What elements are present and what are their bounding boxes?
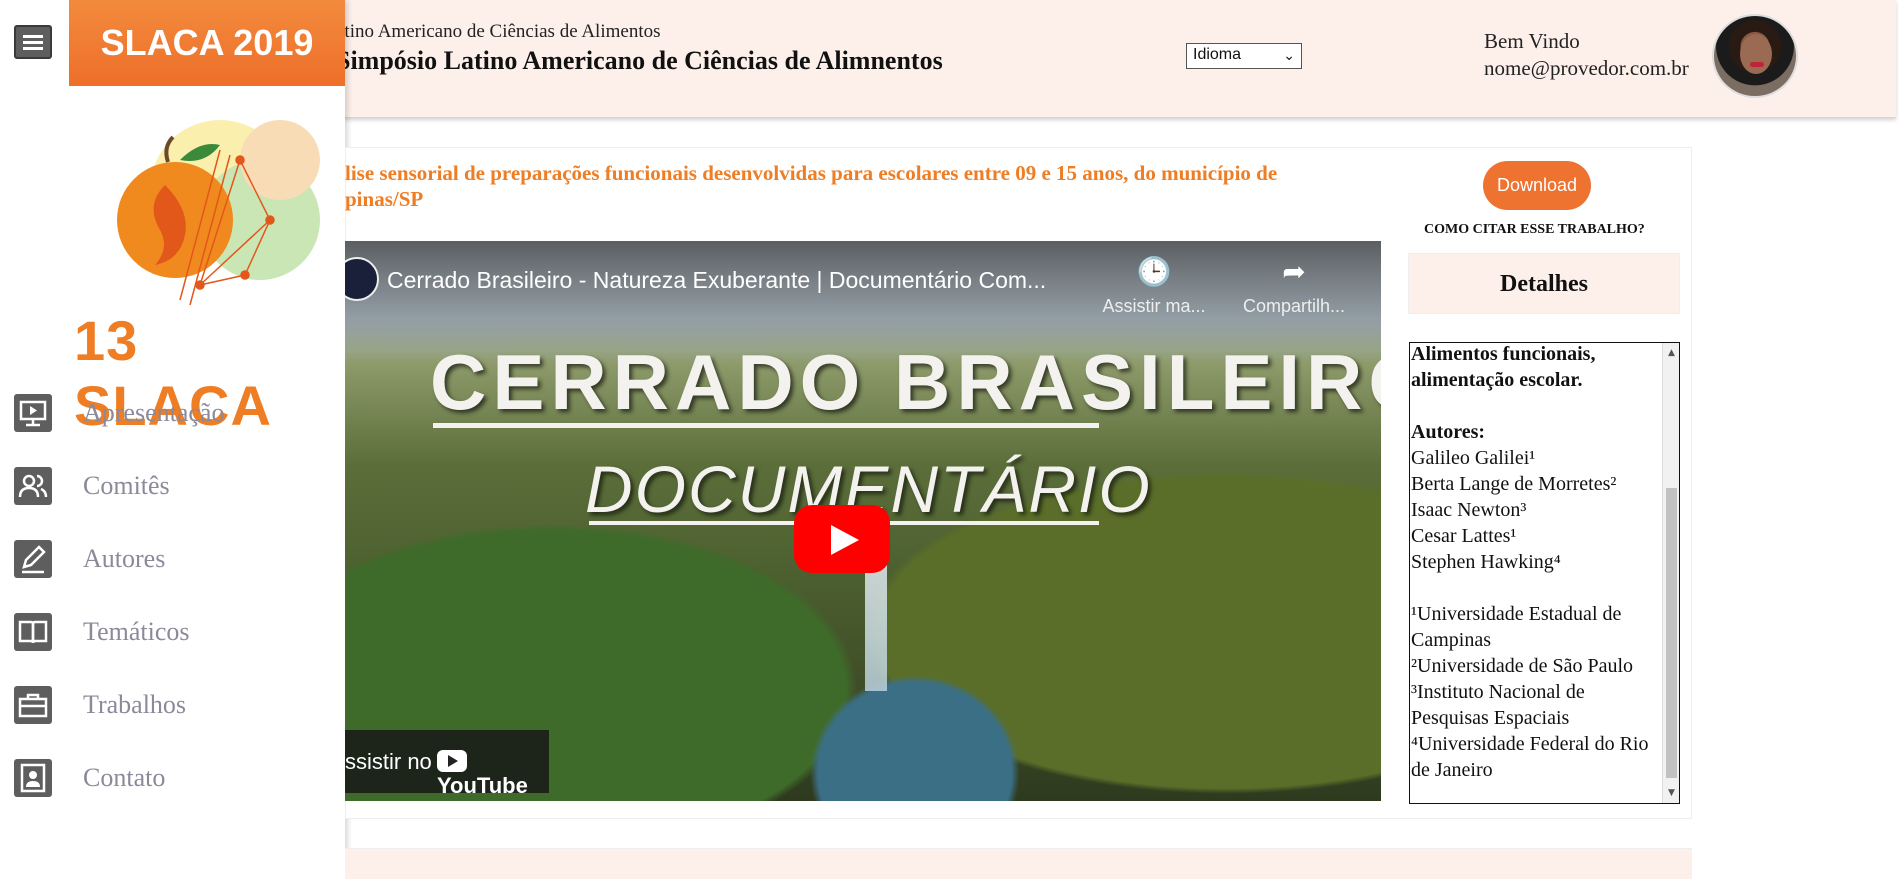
scrollbar-thumb[interactable] (1666, 488, 1677, 778)
scroll-down-icon[interactable]: ▼ (1663, 785, 1679, 801)
sidebar-item-trabalhos[interactable]: Trabalhos (0, 676, 345, 734)
author-item: Galileo Galilei¹ (1411, 447, 1536, 469)
details-scrollbar[interactable]: ▲ ▼ (1662, 343, 1679, 803)
sidebar-item-label: Temáticos (83, 617, 190, 646)
people-icon (14, 467, 52, 505)
watch-on-label: ssistir no (345, 749, 432, 774)
user-avatar[interactable] (1712, 14, 1798, 98)
youtube-icon (437, 750, 467, 773)
sidebar-item-comites[interactable]: Comitês (0, 457, 345, 515)
download-button[interactable]: Download (1483, 161, 1591, 210)
sidebar-item-contato[interactable]: Contato (0, 749, 345, 807)
authors-heading: Autores: (1411, 421, 1486, 443)
sidebar-item-autores[interactable]: Autores (0, 530, 345, 588)
keywords-line: alimentação escolar. (1411, 369, 1583, 391)
presentation-icon (14, 394, 52, 432)
hamburger-icon (23, 35, 43, 38)
sidebar-item-label: Contato (83, 763, 166, 792)
language-select[interactable]: Idioma ⌄ (1186, 43, 1302, 69)
welcome-block: Bem Vindo nome@provedor.com.br (1484, 28, 1689, 82)
pencil-icon (14, 540, 52, 578)
youtube-logo: YouTube (437, 747, 549, 799)
affiliation-item: ¹Universidade Estadual de Campinas (1411, 603, 1622, 651)
next-card-edge (345, 848, 1692, 879)
user-email: nome@provedor.com.br (1484, 56, 1689, 80)
overlay-underline (433, 423, 1099, 428)
play-icon (831, 525, 859, 555)
header-title: Simpósio Latino Americano de Ciências de… (336, 46, 943, 75)
avatar-lips (1750, 62, 1764, 67)
clock-icon: 🕒 (1136, 256, 1172, 287)
sidebar-item-label: Autores (83, 544, 166, 573)
details-heading: Detalhes (1408, 253, 1680, 314)
watch-later-label: Assistir ma... (1102, 296, 1206, 316)
contact-card-icon (14, 759, 52, 797)
keywords-line: Alimentos funcionais, (1411, 343, 1596, 365)
play-button[interactable] (794, 505, 890, 573)
brand-title[interactable]: SLACA 2019 (69, 0, 345, 86)
sidebar-item-label: Apresentação (83, 398, 225, 427)
youtube-label: YouTube (437, 773, 528, 798)
language-select-value: Idioma (1193, 46, 1242, 63)
video-title[interactable]: Cerrado Brasileiro - Natureza Exuberante… (387, 267, 1046, 294)
video-player[interactable]: Cerrado Brasileiro - Natureza Exuberante… (345, 241, 1381, 801)
author-item: Stephen Hawking⁴ (1411, 551, 1561, 573)
briefcase-icon (14, 686, 52, 724)
share-button[interactable]: ➦ Compartilh... (1239, 255, 1349, 317)
video-overlay-title: CERRADO BRASILEIRO (430, 338, 1381, 426)
sidebar: SLACA 2019 13 SLACA Apresentação Comitês… (0, 0, 345, 879)
sidebar-item-tematicos[interactable]: Temáticos (0, 603, 345, 661)
page: atino Americano de Ciências de Alimentos… (0, 0, 1900, 879)
sidebar-item-label: Comitês (83, 471, 170, 500)
scroll-up-icon[interactable]: ▲ (1663, 345, 1679, 361)
author-item: Cesar Lattes¹ (1411, 525, 1517, 547)
author-item: Isaac Newton³ (1411, 499, 1527, 521)
sidebar-item-label: Trabalhos (83, 690, 187, 719)
details-content: Alimentos funcionais, alimentação escola… (1411, 343, 1656, 783)
affiliation-item: ³Instituto Nacional de Pesquisas Espacia… (1411, 681, 1585, 729)
hamburger-icon-line (23, 41, 43, 44)
share-label: Compartilh... (1242, 296, 1346, 316)
watch-on-youtube-button[interactable]: ssistir no YouTube (345, 730, 549, 798)
watch-later-button[interactable]: 🕒 Assistir ma... (1099, 255, 1209, 317)
hamburger-icon-line (23, 47, 43, 50)
avatar-face (1740, 34, 1772, 74)
cite-link[interactable]: COMO CITAR ESSE TRABALHO? (1424, 222, 1645, 238)
header-subtitle: atino Americano de Ciências de Alimentos (336, 21, 661, 42)
book-icon (14, 613, 52, 651)
sidebar-item-apresentacao[interactable]: Apresentação (0, 384, 345, 442)
share-icon: ➦ (1282, 256, 1306, 287)
affiliation-item: ⁴Universidade Federal do Rio de Janeiro (1411, 733, 1649, 781)
details-scroll-box[interactable]: Alimentos funcionais, alimentação escola… (1409, 342, 1680, 804)
author-item: Berta Lange de Morretes² (1411, 473, 1617, 495)
menu-toggle-button[interactable] (14, 25, 52, 59)
welcome-text: Bem Vindo (1484, 29, 1580, 53)
affiliation-item: ²Universidade de São Paulo (1411, 655, 1634, 677)
work-title: lise sensorial de preparações funcionais… (345, 161, 1278, 211)
chevron-down-icon: ⌄ (1283, 47, 1295, 63)
video-top-gradient (345, 241, 1381, 351)
